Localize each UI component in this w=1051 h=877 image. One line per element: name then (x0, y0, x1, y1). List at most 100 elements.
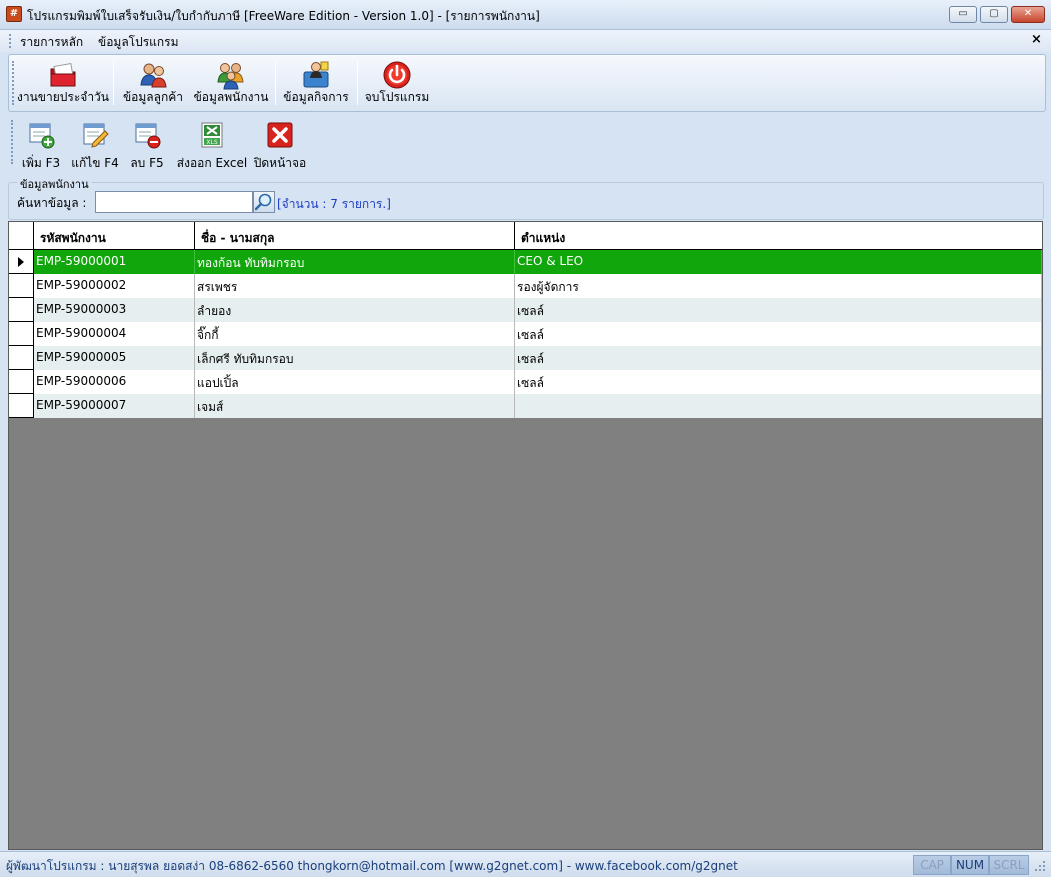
toolbar-separator (113, 61, 114, 105)
search-button[interactable] (253, 191, 275, 213)
status-bar: ผู้พัฒนาโปรแกรม : นายสุรพล ยอดสง่า 08-68… (0, 851, 1051, 877)
table-row[interactable]: EMP-59000002 สรเพชร รองผู้จัดการ (9, 274, 1042, 298)
cell-employee-id[interactable]: EMP-59000005 (34, 346, 195, 370)
business-icon (303, 61, 329, 88)
table-row[interactable]: EMP-59000005 เล็กศรี ทับทิมกรอบ เซลล์ (9, 346, 1042, 370)
cell-position[interactable]: CEO & LEO (515, 250, 1042, 274)
cell-full-name[interactable]: สรเพชร (195, 274, 515, 298)
column-header-name[interactable]: ชื่อ - นามสกุล (195, 222, 515, 250)
search-label: ค้นหาข้อมูล : (17, 196, 87, 210)
row-header[interactable] (9, 370, 34, 394)
menu-item-main-list[interactable]: รายการหลัก (20, 33, 83, 52)
current-row-arrow-icon (18, 257, 24, 267)
mdi-close-button[interactable]: × (1031, 32, 1042, 47)
add-button[interactable]: เพิ่ม F3 (20, 118, 62, 170)
toolbar-separator (275, 61, 276, 105)
header-corner (9, 222, 34, 250)
scroll-lock-indicator: SCRL (989, 855, 1029, 875)
record-toolbar: เพิ่ม F3 แก้ไข F4 ลบ F5 XLS ส่งออก Excel (8, 114, 318, 172)
business-info-label: ข้อมูลกิจการ (283, 90, 349, 104)
search-input[interactable] (95, 191, 253, 213)
export-excel-button[interactable]: XLS ส่งออก Excel (174, 118, 250, 170)
grid-header: รหัสพนักงาน ชื่อ - นามสกุล ตำแหน่ง (9, 222, 1042, 250)
column-header-id[interactable]: รหัสพนักงาน (34, 222, 195, 250)
row-header[interactable] (9, 250, 34, 274)
menu-grip (9, 34, 11, 48)
cell-position[interactable]: เซลล์ (515, 370, 1042, 394)
cell-position[interactable] (515, 394, 1042, 418)
employees-icon (217, 63, 244, 90)
cell-full-name[interactable]: จิ๊กกี้ (195, 322, 515, 346)
add-label: เพิ่ม F3 (21, 156, 61, 170)
table-row[interactable]: EMP-59000003 ลำยอง เซลล์ (9, 298, 1042, 322)
developer-info: ผู้พัฒนาโปรแกรม : นายสุรพล ยอดสง่า 08-68… (6, 859, 738, 873)
toolbar-separator (357, 61, 358, 105)
record-count: [จำนวน : 7 รายการ.] (277, 197, 391, 211)
search-icon (254, 193, 272, 211)
cell-full-name[interactable]: เจมส์ (195, 394, 515, 418)
menu-item-program-info[interactable]: ข้อมูลโปรแกรม (98, 33, 179, 52)
employees-button[interactable]: ข้อมูลพนักงาน (191, 57, 271, 109)
delete-button[interactable]: ลบ F5 (126, 118, 168, 170)
cell-full-name[interactable]: เล็กศรี ทับทิมกรอบ (195, 346, 515, 370)
customers-button[interactable]: ข้อมูลลูกค้า (117, 57, 189, 109)
column-header-position[interactable]: ตำแหน่ง (515, 222, 1042, 250)
close-screen-button[interactable]: ปิดหน้าจอ (252, 118, 308, 170)
cell-employee-id[interactable]: EMP-59000002 (34, 274, 195, 298)
row-header[interactable] (9, 322, 34, 346)
title-bar: # โปรแกรมพิมพ์ใบเสร็จรับเงิน/ใบกำกับภาษี… (0, 0, 1051, 30)
menu-bar: รายการหลัก ข้อมูลโปรแกรม × (0, 30, 1051, 52)
toolbar-grip (12, 61, 14, 105)
customers-label: ข้อมูลลูกค้า (122, 90, 184, 104)
exit-program-button[interactable]: จบโปรแกรม (361, 57, 433, 109)
table-row[interactable]: EMP-59000004 จิ๊กกี้ เซลล์ (9, 322, 1042, 346)
cell-employee-id[interactable]: EMP-59000003 (34, 298, 195, 322)
employees-label: ข้อมูลพนักงาน (193, 90, 269, 104)
table-row[interactable]: EMP-59000001 ทองก้อน ทับทิมกรอบ CEO & LEO (9, 250, 1042, 274)
row-header[interactable] (9, 298, 34, 322)
cell-employee-id[interactable]: EMP-59000001 (34, 250, 195, 274)
group-title: ข้อมูลพนักงาน (17, 175, 92, 193)
window-title: โปรแกรมพิมพ์ใบเสร็จรับเงิน/ใบกำกับภาษี [… (27, 9, 540, 23)
maximize-button[interactable]: ▢ (980, 6, 1008, 23)
close-screen-label: ปิดหน้าจอ (253, 156, 307, 170)
cell-position[interactable]: เซลล์ (515, 346, 1042, 370)
delete-label: ลบ F5 (130, 156, 164, 170)
row-header[interactable] (9, 394, 34, 418)
cell-employee-id[interactable]: EMP-59000004 (34, 322, 195, 346)
employee-search-group: ข้อมูลพนักงาน ค้นหาข้อมูล : [จำนวน : 7 ร… (8, 175, 1044, 220)
table-row[interactable]: EMP-59000006 แอปเปิ้ล เซลล์ (9, 370, 1042, 394)
edit-button[interactable]: แก้ไข F4 (70, 118, 120, 170)
cell-employee-id[interactable]: EMP-59000007 (34, 394, 195, 418)
cell-full-name[interactable]: แอปเปิ้ล (195, 370, 515, 394)
cell-position[interactable]: เซลล์ (515, 298, 1042, 322)
app-icon[interactable]: # (6, 6, 22, 22)
close-window-button[interactable]: ✕ (1011, 6, 1045, 23)
row-header[interactable] (9, 274, 34, 298)
export-excel-label: ส่งออก Excel (176, 156, 248, 170)
employee-grid: รหัสพนักงาน ชื่อ - นามสกุล ตำแหน่ง EMP-5… (8, 221, 1043, 850)
business-info-button[interactable]: ข้อมูลกิจการ (279, 57, 353, 109)
exit-program-label: จบโปรแกรม (364, 90, 430, 104)
caps-lock-indicator: CAP (913, 855, 951, 875)
daily-sales-label: งานขายประจำวัน (17, 90, 109, 104)
row-header[interactable] (9, 346, 34, 370)
toolbar-grip (11, 120, 13, 164)
cell-employee-id[interactable]: EMP-59000006 (34, 370, 195, 394)
excel-export-icon: XLS (201, 122, 223, 148)
power-icon (383, 61, 411, 89)
cell-position[interactable]: เซลล์ (515, 322, 1042, 346)
cell-full-name[interactable]: ลำยอง (195, 298, 515, 322)
daily-sales-button[interactable]: งานขายประจำวัน (17, 57, 109, 109)
close-window-icon (267, 122, 293, 148)
add-record-icon (29, 123, 55, 149)
table-row[interactable]: EMP-59000007 เจมส์ (9, 394, 1042, 418)
minimize-button[interactable]: ▭ (949, 6, 977, 23)
edit-record-icon (83, 123, 109, 148)
cell-position[interactable]: รองผู้จัดการ (515, 274, 1042, 298)
resize-grip-icon[interactable] (1034, 860, 1046, 872)
cell-full-name[interactable]: ทองก้อน ทับทิมกรอบ (195, 250, 515, 274)
svg-text:XLS: XLS (206, 139, 217, 146)
main-toolbar: งานขายประจำวัน ข้อมูลลูกค้า ข้อมูลพนักงา… (8, 54, 1046, 112)
edit-label: แก้ไข F4 (71, 156, 119, 170)
